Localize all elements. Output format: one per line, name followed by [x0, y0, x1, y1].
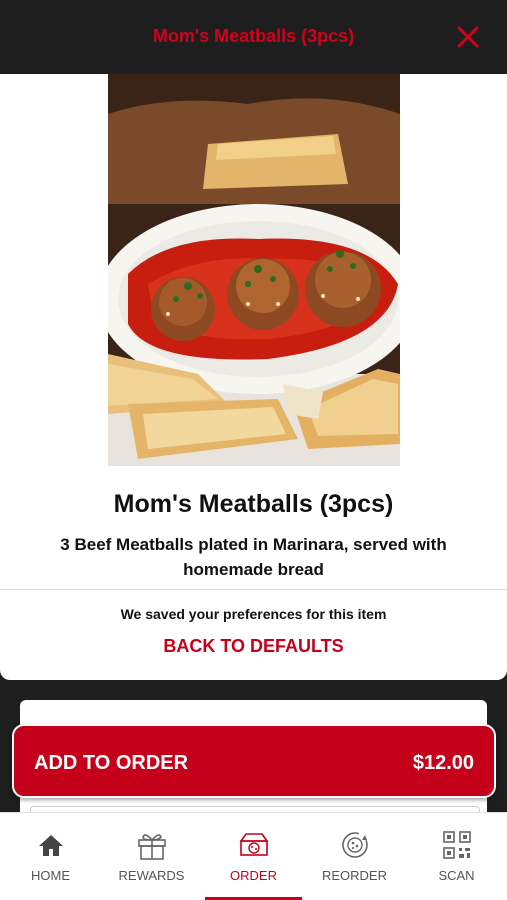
reorder-icon: [341, 832, 368, 858]
divider: [0, 589, 507, 590]
nav-item-reorder[interactable]: REORDER: [304, 813, 405, 900]
add-to-order-button[interactable]: ADD TO ORDER $12.00: [12, 724, 496, 798]
nav-label-home: HOME: [31, 868, 70, 883]
close-icon[interactable]: [455, 24, 481, 50]
nav-item-rewards[interactable]: REWARDS: [101, 813, 202, 900]
home-icon: [38, 835, 63, 856]
bottom-nav: HOME REWARDS ORDER REORDER SCAN: [0, 812, 507, 900]
item-photo: [108, 74, 400, 466]
back-to-defaults-link[interactable]: BACK TO DEFAULTS: [0, 636, 507, 657]
item-detail-card: Mom's Meatballs (3pcs) 3 Beef Meatballs …: [0, 74, 507, 680]
nav-label-rewards: REWARDS: [118, 868, 185, 883]
meatballs-photo-icon: [108, 74, 400, 466]
item-description: 3 Beef Meatballs plated in Marinara, ser…: [60, 535, 447, 579]
nav-item-order[interactable]: ORDER: [203, 813, 304, 900]
nav-label-order: ORDER: [230, 868, 277, 883]
nav-label-scan: SCAN: [438, 868, 475, 883]
saved-preferences-message: We saved your preferences for this item: [120, 606, 387, 622]
gift-icon: [137, 834, 166, 860]
nav-item-scan[interactable]: SCAN: [406, 813, 507, 900]
order-price: $12.00: [412, 752, 474, 774]
nav-item-home[interactable]: HOME: [0, 813, 101, 900]
item-name: Mom's Meatballs (3pcs): [113, 490, 394, 518]
header-bar: Mom's Meatballs (3pcs): [0, 0, 507, 74]
qr-code-icon: [442, 831, 471, 859]
nav-label-reorder: REORDER: [321, 868, 387, 883]
add-to-order-label: ADD TO ORDER: [34, 752, 189, 774]
header-title: Mom's Meatballs (3pcs): [152, 26, 355, 46]
pizza-box-icon: [238, 833, 269, 856]
